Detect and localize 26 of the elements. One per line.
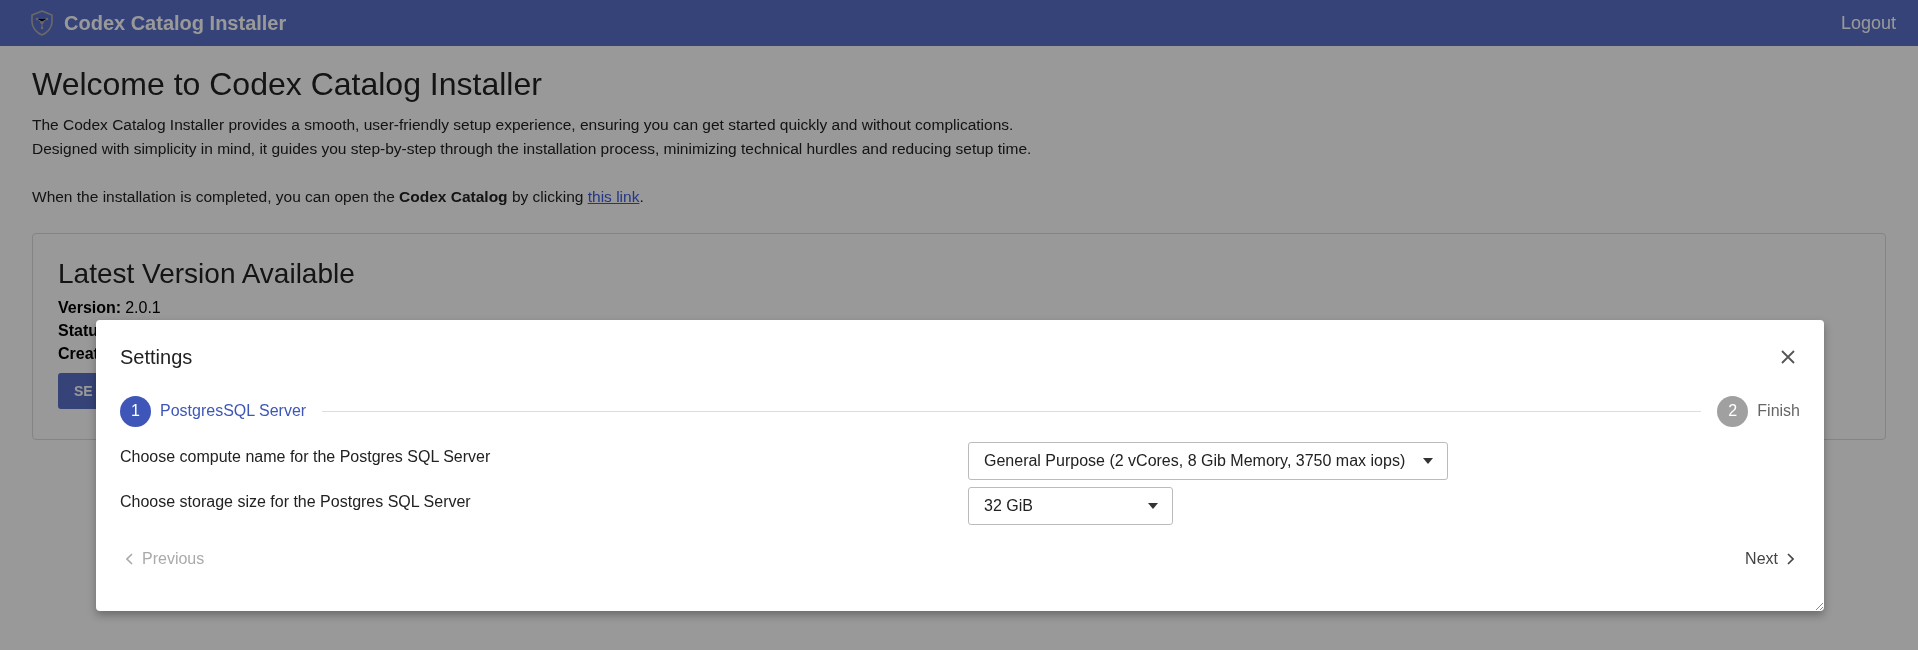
shield-icon [30,10,54,36]
field-value: 2.0.1 [125,298,161,318]
logout-link[interactable]: Logout [1840,12,1896,34]
catalog-link[interactable]: this link [587,188,640,205]
next-button[interactable]: Next [1739,546,1800,572]
step-tab[interactable]: 2 Finish [1717,395,1800,427]
dropdown[interactable]: 32 GiB [968,487,1173,525]
caret-icon [1148,503,1158,509]
dropdown[interactable]: General Purpose (2 vCores, 8 Gib Memory, 3750 max iops) [968,442,1449,480]
close-icon[interactable] [1780,349,1796,365]
chevron-left-icon [126,553,134,565]
app-title: Codex Catalog Installer [64,11,287,35]
field-label: Statu [58,321,98,341]
resize-grip-icon[interactable] [1815,602,1823,610]
dialog-title: Settings [120,345,193,369]
open-instructions: When the installation is completed, you can open the Codex Catalog by clicking this link. [32,187,645,207]
card-title: Latest Version Available [58,258,356,290]
page-title: Welcome to Codex Catalog Installer [32,66,543,103]
chevron-right-icon [1786,553,1794,565]
caret-icon [1423,458,1434,464]
setting-label: Choose storage size for the Postgres SQL Server [120,492,472,511]
setting-label: Choose compute name for the Postgres SQL Server [120,447,492,466]
step-tab[interactable]: 1 PostgresSQL Server [120,395,307,427]
field-label: Version: [58,298,122,318]
intro-text: The Codex Catalog Installer provides a smooth, user-friendly setup experience, ensuring you can get started quickly and without complications. [32,115,1015,135]
intro-text: Designed with simplicity in mind, it guides you step-by-step through the installation process, minimizing technical hurdles and reducing setup time. [32,139,1033,159]
